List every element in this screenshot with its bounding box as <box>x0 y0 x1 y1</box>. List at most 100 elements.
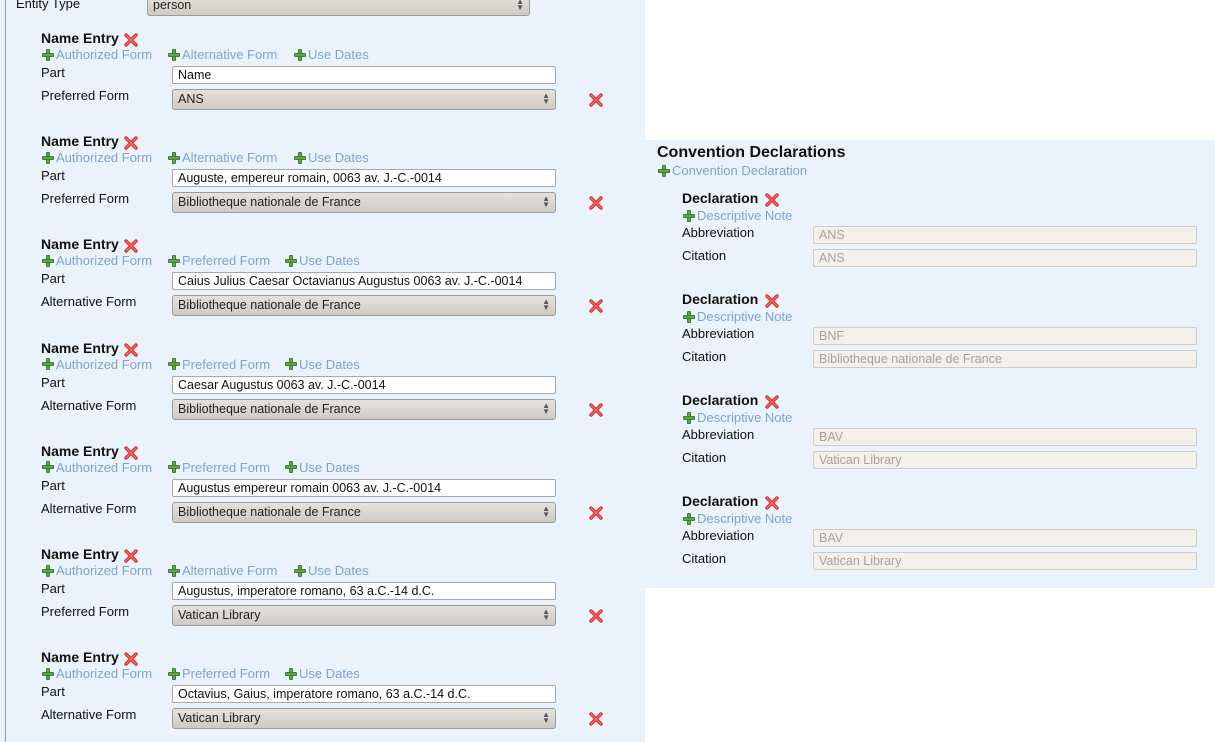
form-source-select[interactable]: ANS ▲ ▼ <box>172 89 556 110</box>
plus-icon <box>168 564 180 577</box>
delete-declaration-icon[interactable] <box>765 193 779 207</box>
delete-name-entry-icon[interactable] <box>124 652 138 666</box>
plus-icon <box>168 48 180 61</box>
add-preferred-form-link[interactable]: Preferred Form <box>168 253 270 268</box>
form-source-select[interactable]: Vatican Library ▲ ▼ <box>172 605 556 626</box>
add-authorized-form-link[interactable]: Authorized Form <box>42 150 152 165</box>
form-type-label: Alternative Form <box>41 500 137 516</box>
add-use-dates-link[interactable]: Use Dates <box>285 253 360 268</box>
plus-icon <box>168 254 180 267</box>
delete-form-icon[interactable] <box>589 196 603 210</box>
select-arrows-icon: ▲ ▼ <box>542 91 550 106</box>
link-label: Use Dates <box>299 356 360 372</box>
add-use-dates-link[interactable]: Use Dates <box>285 666 360 681</box>
citation-input[interactable]: ANS <box>813 249 1197 267</box>
delete-form-icon[interactable] <box>589 93 603 107</box>
add-alternative-form-link[interactable]: Alternative Form <box>168 563 277 578</box>
part-input[interactable]: Octavius, Gaius, imperatore romano, 63 a… <box>172 685 556 704</box>
add-use-dates-link[interactable]: Use Dates <box>294 150 369 165</box>
delete-form-icon[interactable] <box>589 299 603 314</box>
delete-name-entry-icon[interactable] <box>124 239 138 254</box>
delete-name-entry-icon[interactable] <box>124 136 138 150</box>
link-label: Authorized Form <box>56 666 153 682</box>
delete-name-entry-icon[interactable] <box>124 446 138 460</box>
form-source-select[interactable]: Bibliotheque nationale de France ▲ ▼ <box>172 192 556 214</box>
part-label: Part <box>41 168 65 184</box>
add-authorized-form-link[interactable]: Authorized Form <box>42 253 152 268</box>
form-source-select[interactable]: Bibliotheque nationale de France ▲ ▼ <box>172 295 556 317</box>
form-source-select[interactable]: Bibliotheque nationale de France ▲ ▼ <box>172 398 556 420</box>
add-descriptive-note-link[interactable]: Descriptive Note <box>683 309 792 324</box>
link-label: Preferred Form <box>182 356 271 372</box>
part-input[interactable]: Caesar Augustus 0063 av. J.-C.-0014 <box>172 375 556 394</box>
declaration-title: Declaration <box>682 493 759 509</box>
delete-name-entry-icon[interactable] <box>124 33 138 47</box>
abbreviation-input[interactable]: BAV <box>813 428 1197 446</box>
add-use-dates-link[interactable]: Use Dates <box>285 460 360 475</box>
citation-input[interactable]: Vatican Library <box>813 451 1197 469</box>
add-alternative-form-link[interactable]: Alternative Form <box>168 47 277 62</box>
citation-input[interactable]: Bibliotheque nationale de France <box>813 350 1197 368</box>
delete-name-entry-icon[interactable] <box>124 549 138 563</box>
abbreviation-input[interactable]: ANS <box>813 226 1197 244</box>
delete-form-icon[interactable] <box>589 402 603 417</box>
add-convention-declaration-link[interactable]: Convention Declaration <box>658 163 807 178</box>
add-use-dates-link[interactable]: Use Dates <box>294 563 369 578</box>
add-convention-declaration-label: Convention Declaration <box>672 163 808 178</box>
add-authorized-form-link[interactable]: Authorized Form <box>42 460 152 475</box>
form-source-select[interactable]: Vatican Library ▲ ▼ <box>172 708 556 730</box>
link-label: Authorized Form <box>56 563 153 578</box>
form-type-label: Preferred Form <box>41 88 130 103</box>
form-source-value: Bibliotheque nationale de France <box>178 195 361 210</box>
link-label: Authorized Form <box>56 150 153 166</box>
plus-icon <box>42 254 54 267</box>
add-descriptive-note-link[interactable]: Descriptive Note <box>683 511 792 526</box>
part-input[interactable]: Name <box>172 66 556 84</box>
link-label: Use Dates <box>299 253 360 269</box>
add-use-dates-link[interactable]: Use Dates <box>285 357 360 372</box>
select-arrows-icon: ▲ ▼ <box>542 503 550 519</box>
form-source-value: Bibliotheque nationale de France <box>178 298 361 313</box>
add-use-dates-link[interactable]: Use Dates <box>294 47 369 62</box>
link-label: Alternative Form <box>182 150 278 166</box>
form-source-select[interactable]: Bibliotheque nationale de France ▲ ▼ <box>172 501 556 523</box>
add-authorized-form-link[interactable]: Authorized Form <box>42 47 152 62</box>
add-authorized-form-link[interactable]: Authorized Form <box>42 563 152 578</box>
abbreviation-input[interactable]: BNF <box>813 327 1197 345</box>
add-descriptive-note-link[interactable]: Descriptive Note <box>683 410 792 425</box>
select-arrows-icon: ▲ ▼ <box>542 607 550 622</box>
link-label: Authorized Form <box>56 356 153 372</box>
delete-declaration-icon[interactable] <box>765 294 779 308</box>
delete-name-entry-icon[interactable] <box>124 342 138 357</box>
delete-form-icon[interactable] <box>589 712 603 726</box>
link-label: Preferred Form <box>182 459 271 475</box>
form-source-value: Bibliotheque nationale de France <box>178 401 361 416</box>
add-authorized-form-link[interactable]: Authorized Form <box>42 666 152 681</box>
link-label: Authorized Form <box>56 253 153 269</box>
plus-icon <box>683 209 695 222</box>
plus-icon <box>285 667 297 680</box>
select-arrows-icon: ▲ ▼ <box>542 297 550 313</box>
add-alternative-form-link[interactable]: Alternative Form <box>168 150 277 165</box>
add-authorized-form-link[interactable]: Authorized Form <box>42 357 152 372</box>
add-preferred-form-link[interactable]: Preferred Form <box>168 357 270 372</box>
delete-form-icon[interactable] <box>589 609 603 623</box>
link-label: Alternative Form <box>182 563 278 578</box>
part-input[interactable]: Caius Julius Caesar Octavianus Augustus … <box>172 272 556 291</box>
part-input[interactable]: Augustus empereur romain 0063 av. J.-C.-… <box>172 478 556 497</box>
citation-input[interactable]: Vatican Library <box>813 552 1197 570</box>
part-input[interactable]: Auguste, empereur romain, 0063 av. J.-C.… <box>172 169 556 188</box>
delete-declaration-icon[interactable] <box>765 395 779 409</box>
abbreviation-input[interactable]: BAV <box>813 529 1197 547</box>
part-input[interactable]: Augustus, imperatore romano, 63 a.C.-14 … <box>172 582 556 600</box>
plus-icon <box>294 151 306 164</box>
add-preferred-form-link[interactable]: Preferred Form <box>168 460 270 475</box>
add-preferred-form-link[interactable]: Preferred Form <box>168 666 270 681</box>
part-label: Part <box>41 65 65 80</box>
name-entry-title: Name Entry <box>41 133 119 150</box>
delete-form-icon[interactable] <box>589 506 603 520</box>
select-arrows-icon: ▲ ▼ <box>542 400 550 416</box>
add-descriptive-note-link[interactable]: Descriptive Note <box>683 208 792 223</box>
delete-declaration-icon[interactable] <box>765 496 779 510</box>
entity-type-select[interactable]: person ▲ ▼ <box>147 0 530 16</box>
